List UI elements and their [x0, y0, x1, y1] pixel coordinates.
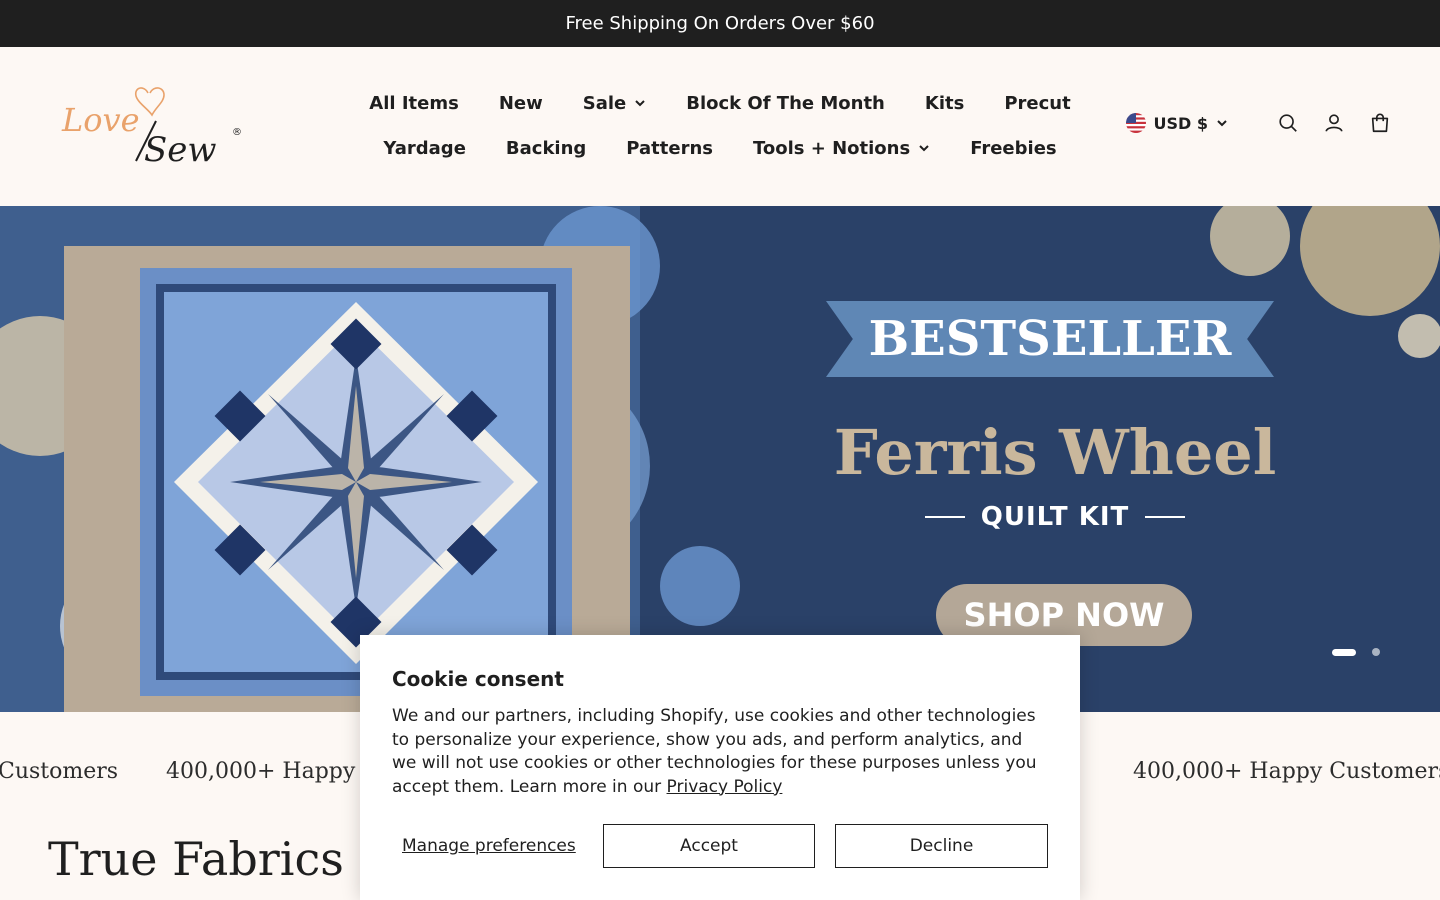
chevron-down-icon	[919, 145, 929, 152]
nav-backing[interactable]: Backing	[486, 138, 606, 159]
nav-new[interactable]: New	[479, 93, 563, 114]
nav-all-items[interactable]: All Items	[349, 93, 479, 114]
chevron-down-icon	[635, 100, 645, 107]
nav-label: Tools + Notions	[752, 137, 911, 159]
nav-row-primary: All Items New Sale Block Of The Month Ki…	[369, 83, 1070, 123]
main-nav: All Items New Sale Block Of The Month Ki…	[369, 83, 1070, 168]
header-tools: USD $	[1125, 111, 1393, 135]
chevron-down-icon	[1217, 120, 1227, 127]
nav-label: Sale	[582, 92, 627, 114]
nav-block-of-the-month[interactable]: Block Of The Month	[666, 93, 905, 114]
hero-subtitle-text: QUILT KIT	[980, 502, 1130, 532]
marquee-item: 400,000+ Happy Customers	[1133, 759, 1440, 784]
privacy-policy-link[interactable]: Privacy Policy	[667, 777, 783, 797]
cart-icon[interactable]	[1368, 111, 1392, 135]
us-flag-icon	[1125, 113, 1146, 133]
nav-label: Freebies	[970, 137, 1057, 159]
nav-kits[interactable]: Kits	[905, 93, 984, 114]
nav-label: Yardage	[383, 137, 466, 159]
nav-precut[interactable]: Precut	[984, 93, 1090, 114]
nav-tools-notions[interactable]: Tools + Notions	[733, 138, 950, 159]
hero-title: Ferris Wheel	[833, 416, 1277, 489]
nav-label: Backing	[505, 137, 587, 159]
cookie-body: We and our partners, including Shopify, …	[392, 705, 1048, 799]
nav-label: New	[498, 92, 543, 114]
currency-label: USD $	[1153, 113, 1209, 133]
slideshow-dots	[1332, 648, 1380, 656]
search-icon[interactable]	[1276, 111, 1300, 135]
nav-label: All Items	[369, 92, 459, 114]
love-sew-logo: Love Sew ®	[61, 87, 242, 170]
nav-freebies[interactable]: Freebies	[950, 138, 1076, 159]
cookie-title: Cookie consent	[392, 667, 564, 691]
slide-dot-active[interactable]	[1332, 648, 1356, 656]
announcement-bar: Free Shipping On Orders Over $60	[0, 0, 1440, 47]
registered-mark: ®	[232, 127, 242, 138]
nav-sale[interactable]: Sale	[563, 93, 667, 114]
account-icon[interactable]	[1322, 111, 1346, 135]
slide-dot[interactable]	[1372, 648, 1380, 656]
announcement-text: Free Shipping On Orders Over $60	[565, 13, 875, 34]
nav-label: Precut	[1004, 92, 1071, 114]
divider	[924, 516, 965, 518]
logo[interactable]: Love Sew ®	[60, 85, 250, 170]
nav-patterns[interactable]: Patterns	[606, 138, 733, 159]
logo-sew-text: Sew	[144, 130, 217, 169]
logo-love-text: Love	[61, 101, 140, 139]
nav-row-secondary: Yardage Backing Patterns Tools + Notions…	[380, 128, 1060, 168]
currency-selector[interactable]: USD $	[1125, 113, 1229, 133]
cookie-actions: Manage preferences Accept Decline	[392, 824, 1048, 868]
site-header: Love Sew ® All Items New Sale Block Of T…	[0, 47, 1440, 206]
hero-subtitle: QUILT KIT	[820, 502, 1290, 532]
manage-preferences-link[interactable]: Manage preferences	[392, 836, 582, 856]
nav-label: Kits	[924, 92, 965, 114]
accept-button[interactable]: Accept	[603, 824, 815, 868]
nav-label: Patterns	[626, 137, 713, 159]
marquee-item: Customers	[0, 759, 119, 784]
bestseller-ribbon: BESTSELLER	[826, 301, 1274, 377]
cookie-consent-dialog: Cookie consent We and our partners, incl…	[360, 635, 1080, 900]
divider	[1145, 516, 1186, 518]
nav-label: Block Of The Month	[686, 92, 885, 114]
decline-button[interactable]: Decline	[835, 824, 1048, 868]
nav-yardage[interactable]: Yardage	[363, 138, 486, 159]
